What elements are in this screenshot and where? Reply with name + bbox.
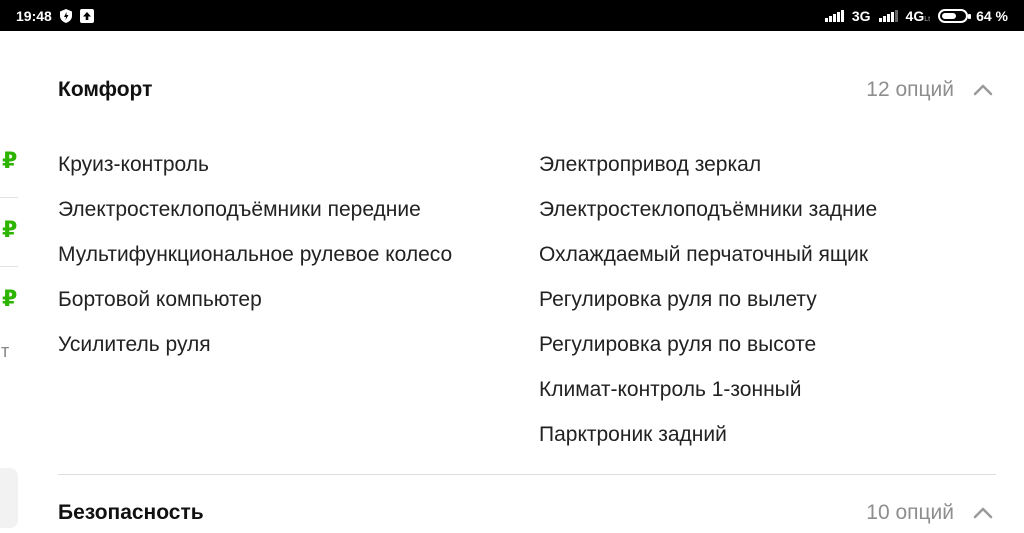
option-item: Парктроник задний: [539, 423, 727, 446]
partial-text: т: [1, 341, 10, 361]
option-item: Мультифункциональное рулевое колесо: [58, 243, 453, 266]
section-title: Комфорт: [58, 78, 153, 101]
options-list-left: Круиз-контроль Электростеклоподъёмники пе…: [58, 150, 488, 375]
option-item: Охлаждаемый перчаточный ящик: [539, 243, 869, 266]
options-list-right: Электропривод зеркал Электростеклоподъёмн…: [539, 150, 999, 465]
option-item: Бортовой компьютер: [58, 288, 262, 311]
battery-percent: 64 %: [976, 7, 1008, 24]
option-item: Усилитель руля: [58, 333, 211, 356]
network-3g-label: 3G: [851, 7, 871, 24]
battery-fill: [942, 12, 957, 19]
option-item: Круиз-контроль: [58, 153, 209, 176]
divider: [0, 266, 18, 267]
section-divider: [58, 474, 996, 475]
signal-icon: [824, 9, 844, 22]
shield-icon: [59, 8, 72, 23]
signal-icon: [878, 9, 898, 22]
option-item: Электростеклоподъёмники задние: [539, 198, 878, 221]
section-title: Безопасность: [58, 501, 204, 524]
options-count: 10 опций: [866, 501, 954, 524]
options-count: 12 опций: [866, 78, 954, 101]
status-left: 19:48: [16, 8, 94, 24]
status-right: 3G 4GLt 64 %: [824, 7, 1008, 24]
ruble-icon: ₽: [2, 148, 18, 173]
section-summary: 12 опций: [866, 78, 994, 102]
status-time: 19:48: [16, 7, 52, 24]
option-item: Регулировка руля по вылету: [539, 288, 817, 311]
option-item: Электростеклоподъёмники передние: [58, 198, 421, 221]
ruble-icon: ₽: [2, 286, 18, 311]
network-4g-label: 4GLt: [905, 7, 931, 24]
option-item: Электропривод зеркал: [539, 153, 762, 176]
ruble-icon: ₽: [2, 217, 18, 242]
option-item: Климат-контроль 1-зонный: [539, 378, 802, 401]
section-summary: 10 опций: [866, 501, 994, 525]
option-item: Регулировка руля по высоте: [539, 333, 817, 356]
left-edge-column: ₽ ₽ ₽ т: [0, 31, 20, 528]
upload-icon: [79, 8, 94, 23]
status-bar: 19:48 3G 4GLt 64 %: [0, 0, 1024, 31]
chevron-up-icon[interactable]: [972, 79, 994, 101]
section-header-safety[interactable]: Безопасность 10 опций: [58, 493, 994, 533]
battery-icon: [938, 8, 972, 23]
partial-card[interactable]: [0, 468, 18, 528]
chevron-up-icon[interactable]: [972, 502, 994, 524]
divider: [0, 197, 18, 198]
section-header-comfort[interactable]: Комфорт 12 опций: [58, 70, 994, 110]
